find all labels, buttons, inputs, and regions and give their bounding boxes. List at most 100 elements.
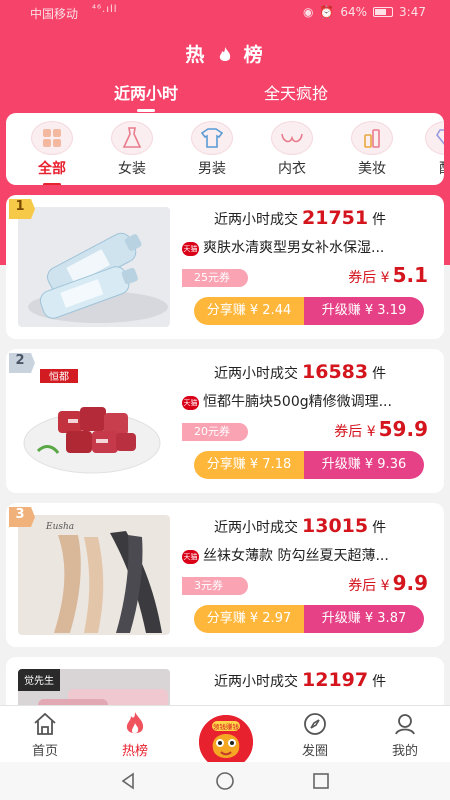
product-image[interactable]: 恒都 [18,361,170,481]
sales-count: 近两小时成交 13015 件 [214,515,386,537]
sales-count: 近两小时成交 16583 件 [214,361,386,383]
mascot-label: 领钱赚钱 [213,722,240,731]
share-earn-button[interactable]: 分享赚 ¥ 2.97 [194,605,304,633]
rank-number: 1 [15,199,25,214]
price-label: 券后 [334,424,363,440]
share-earn-button[interactable]: 分享赚 ¥ 2.44 [194,297,304,325]
coupon-tag: 25元券 [182,269,248,287]
currency-symbol: ¥ [380,270,390,286]
upgrade-earn-button[interactable]: 升级赚 ¥ 3.19 [304,297,424,325]
currency-symbol: ¥ [366,424,376,440]
recents-icon[interactable] [311,771,331,791]
category-all[interactable]: 全部 [22,121,82,185]
share-earn-button[interactable]: 分享赚 ¥ 7.18 [194,451,304,479]
nav-home[interactable]: 首页 [10,710,80,759]
title-right: 榜 [243,44,265,66]
home-icon [10,710,80,738]
mascot-icon: 领钱赚钱 [199,715,253,769]
home-circle-icon[interactable] [215,771,235,791]
category-label: 男装 [198,161,226,177]
price-label: 券后 [348,578,377,594]
category-underwear[interactable]: 内衣 [262,121,322,178]
thumb-brand: Eusha [45,522,74,532]
clock: 3:47 [399,5,426,19]
battery-icon [373,7,394,17]
price-value: 9.9 [392,571,428,595]
nav-moments[interactable]: 发圈 [280,710,350,759]
grid-icon [31,121,73,155]
price-label: 券后 [348,270,377,286]
category-cosmetics[interactable]: 美妆 [342,121,402,178]
sales-number: 13015 [302,515,369,537]
top-tabs: 近两小时 全天疯抢 [0,80,450,112]
price: 券后 ¥5.1 [348,263,428,287]
user-icon [370,710,440,738]
compass-icon [280,710,350,738]
flame-icon [219,47,231,61]
product-title[interactable]: 恒都牛腩块500g精修微调理... [203,391,423,411]
tmall-badge: 天猫 [182,550,199,564]
price-value: 5.1 [392,263,428,287]
category-label: 女装 [118,161,146,177]
nav-label: 我的 [391,744,418,759]
cosmetics-icon [351,121,393,155]
bra-icon [271,121,313,155]
sales-number: 12197 [302,669,369,691]
price-value: 59.9 [378,417,428,441]
alarm-icon: ⏰ [319,5,335,19]
rank-number: 2 [15,353,25,368]
rank-badge: 2 [7,351,37,373]
sales-count: 近两小时成交 12197 件 [214,669,386,691]
sales-prefix: 近两小时成交 [214,674,298,690]
carrier-label: 中国移动 [30,7,79,21]
sales-number: 21751 [302,207,369,229]
product-card[interactable]: 1 近两小时成交 21751 件 天猫 爽肤水清爽型男女补水保湿... 25元券 券… [6,195,444,339]
sales-prefix: 近两小时成交 [214,520,298,536]
flame-icon [100,710,170,738]
price: 券后 ¥9.9 [348,571,428,595]
sales-prefix: 近两小时成交 [214,366,298,382]
product-title[interactable]: 爽肤水清爽型男女补水保湿... [203,237,423,257]
title-left: 热 [185,44,207,66]
status-bar: 中国移动 ⁴⁶.ıll ◉ ⏰ 64% 3:47 [0,0,450,26]
upgrade-earn-button[interactable]: 升级赚 ¥ 9.36 [304,451,424,479]
nav-label: 热榜 [121,744,148,759]
product-image[interactable] [18,207,170,327]
coupon-tag: 20元券 [182,423,248,441]
sales-count: 近两小时成交 21751 件 [214,207,386,229]
nav-label: 发圈 [301,744,328,759]
nav-label: 首页 [31,744,58,759]
nav-mine[interactable]: 我的 [370,710,440,759]
tab-all-day[interactable]: 全天疯抢 [264,80,328,104]
shirt-icon [191,121,233,155]
category-label: 全部 [38,161,66,177]
nav-hot-list[interactable]: 热榜 [100,710,170,759]
category-women[interactable]: 女装 [102,121,162,178]
system-nav-bar [0,762,450,800]
category-men[interactable]: 男装 [182,121,242,178]
rank-badge: 3 [7,505,37,527]
signal-icon: ⁴⁶.ıll [92,4,118,15]
currency-symbol: ¥ [380,578,390,594]
product-title[interactable]: 丝袜女薄款 防勾丝夏天超薄... [203,545,423,565]
product-card[interactable]: 恒都 2 近两小时成交 16583 件 天猫 恒都牛腩块500g精修微调理... 2… [6,349,444,493]
category-label: 配 [416,158,444,178]
page-title: 热 榜 [0,40,450,67]
category-accessories[interactable]: 配 [416,121,444,178]
category-label: 美妆 [358,161,386,177]
tmall-badge: 天猫 [182,242,199,256]
back-icon[interactable] [118,771,138,791]
tab-recent-two-hours[interactable]: 近两小时 [114,80,178,112]
coupon-tag: 3元券 [182,577,248,595]
product-card[interactable]: Eusha 3 近两小时成交 13015 件 天猫 丝袜女薄款 防勾丝夏天超薄...… [6,503,444,647]
sales-unit: 件 [372,520,387,536]
eye-icon: ◉ [302,5,314,19]
upgrade-earn-button[interactable]: 升级赚 ¥ 3.87 [304,605,424,633]
battery-percent: 64% [340,5,368,19]
rank-badge: 1 [7,197,37,219]
product-image[interactable]: Eusha [18,515,170,635]
dress-icon [111,121,153,155]
gem-icon [425,121,444,155]
sales-number: 16583 [302,361,369,383]
sales-unit: 件 [372,212,387,228]
